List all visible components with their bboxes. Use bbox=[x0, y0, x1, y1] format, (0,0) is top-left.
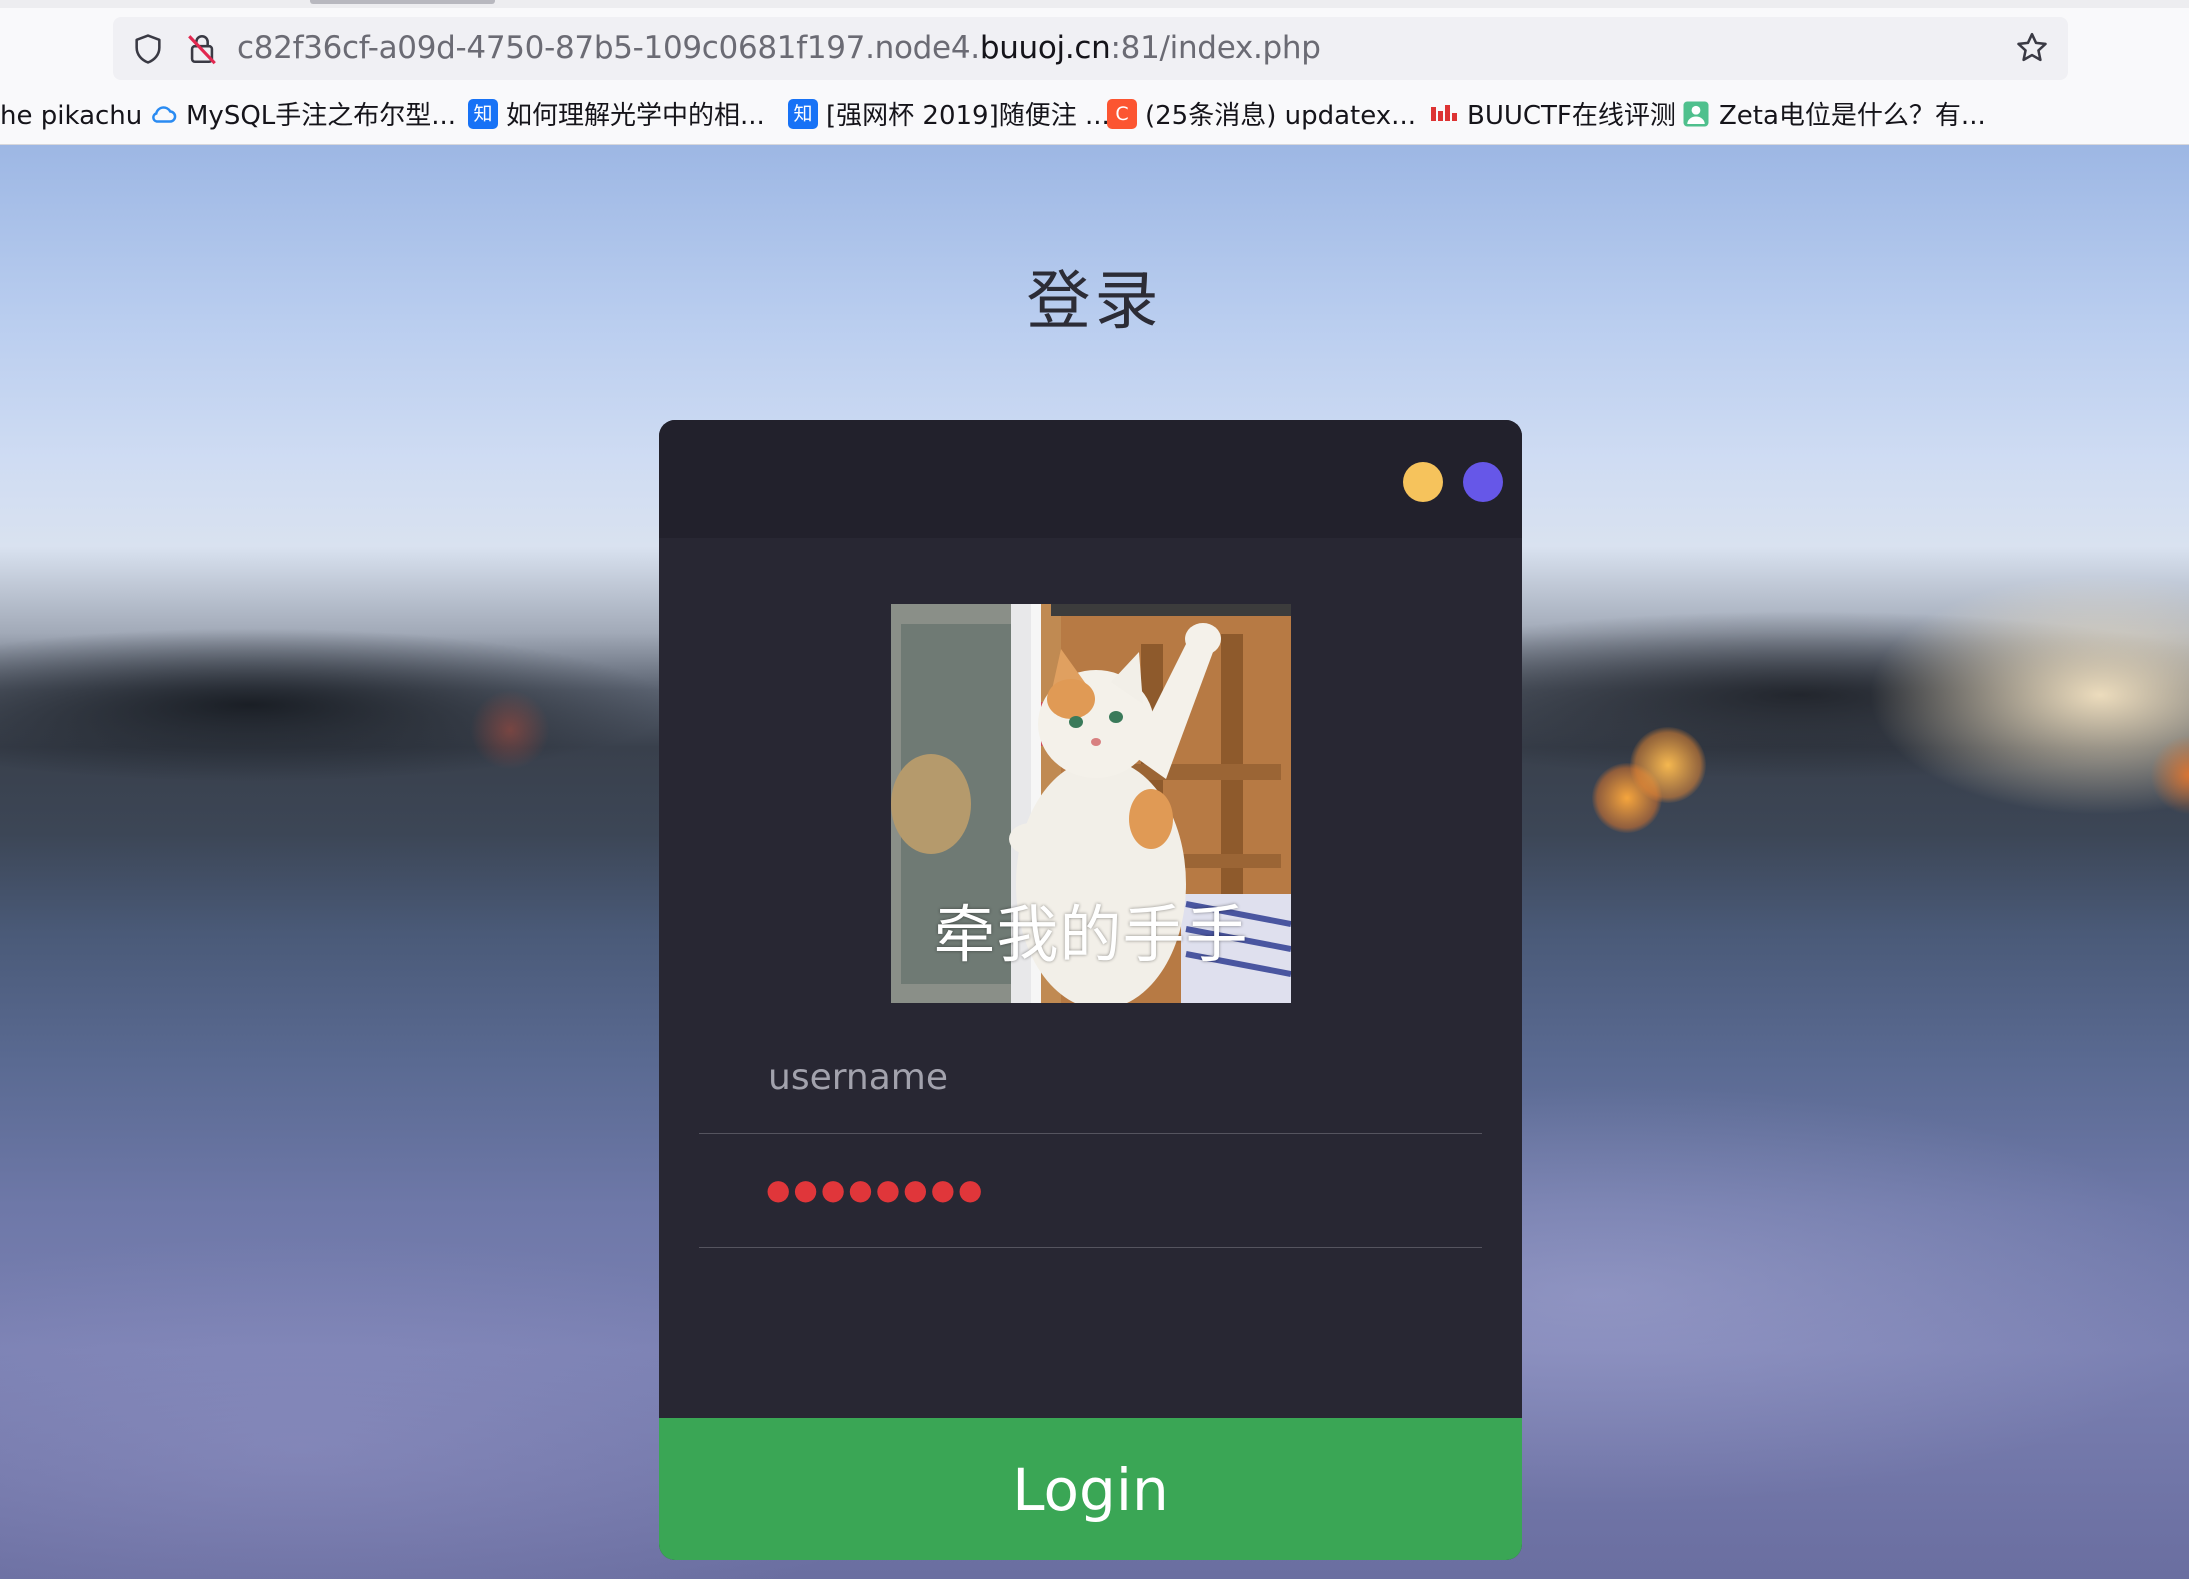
bookmark-label: he pikachu bbox=[0, 101, 143, 131]
window-dot-purple bbox=[1463, 462, 1503, 502]
bookmark-item[interactable]: MySQL手注之布尔型... bbox=[148, 88, 456, 144]
page-title: 登录 bbox=[1026, 265, 1163, 339]
bookmark-item[interactable]: Zeta电位是什么？有... bbox=[1681, 88, 1986, 144]
shield-icon[interactable] bbox=[131, 31, 165, 67]
address-bar[interactable]: c82f36cf-a09d-4750-87b5-109c0681f197.nod… bbox=[113, 17, 2068, 80]
person-icon bbox=[1683, 101, 1709, 126]
background-sunglow bbox=[1850, 565, 2189, 825]
bookmark-label: MySQL手注之布尔型... bbox=[186, 101, 457, 131]
bookmark-item[interactable]: he pikachu bbox=[0, 88, 142, 144]
bookmark-item[interactable]: C (25条消息) updatex... bbox=[1107, 88, 1416, 144]
bookmark-label: (25条消息) updatex... bbox=[1145, 101, 1416, 131]
url-suffix: :81/index.php bbox=[1110, 30, 1321, 66]
window-dot-yellow bbox=[1403, 462, 1443, 502]
bookmark-label: Zeta电位是什么？有... bbox=[1719, 101, 1986, 131]
bookmarks-toolbar: he pikachu MySQL手注之布尔型... 知如何理解光学中的相... … bbox=[0, 88, 2189, 145]
password-masked-value[interactable]: ●●●●●●●● bbox=[766, 1134, 985, 1246]
password-field[interactable]: ●●●●●●●● bbox=[699, 1134, 1482, 1248]
csdn-icon: C bbox=[1107, 98, 1137, 129]
login-card: 牵我的手手 ●●●●●●●● Login bbox=[659, 420, 1522, 1560]
buu-icon bbox=[1431, 104, 1457, 121]
bookmark-item[interactable]: 知 [强网杯 2019]随便注 ... bbox=[788, 88, 1110, 144]
bookmark-item[interactable]: BUUCTF在线评测 bbox=[1429, 88, 1676, 144]
username-field[interactable] bbox=[699, 1020, 1482, 1134]
insecure-lock-icon[interactable] bbox=[185, 31, 219, 67]
tab-strip bbox=[0, 0, 2189, 8]
bookmark-label: [强网杯 2019]随便注 ... bbox=[826, 101, 1110, 131]
url-text[interactable]: c82f36cf-a09d-4750-87b5-109c0681f197.nod… bbox=[237, 17, 1321, 80]
cloud-icon bbox=[152, 105, 177, 123]
star-icon[interactable] bbox=[2014, 30, 2050, 66]
card-header bbox=[659, 420, 1522, 538]
url-prefix: c82f36cf-a09d-4750-87b5-109c0681f197.nod… bbox=[237, 30, 980, 66]
username-input[interactable] bbox=[766, 1020, 1470, 1134]
zhihu-icon: 知 bbox=[468, 98, 498, 129]
avatar-image: 牵我的手手 bbox=[891, 604, 1291, 1003]
login-button[interactable]: Login bbox=[659, 1418, 1522, 1560]
active-tab-indicator bbox=[310, 0, 495, 4]
avatar-caption: 牵我的手手 bbox=[933, 898, 1249, 971]
bookmark-item[interactable]: 知如何理解光学中的相... bbox=[468, 88, 765, 144]
zhihu-icon: 知 bbox=[788, 98, 818, 129]
url-domain: buuoj.cn bbox=[979, 30, 1111, 66]
bokeh-light bbox=[470, 690, 550, 770]
bookmark-label: 如何理解光学中的相... bbox=[506, 101, 765, 131]
bookmark-label: BUUCTF在线评测 bbox=[1467, 101, 1676, 131]
bokeh-light bbox=[1630, 727, 1706, 803]
browser-window: c82f36cf-a09d-4750-87b5-109c0681f197.nod… bbox=[0, 0, 2189, 1579]
